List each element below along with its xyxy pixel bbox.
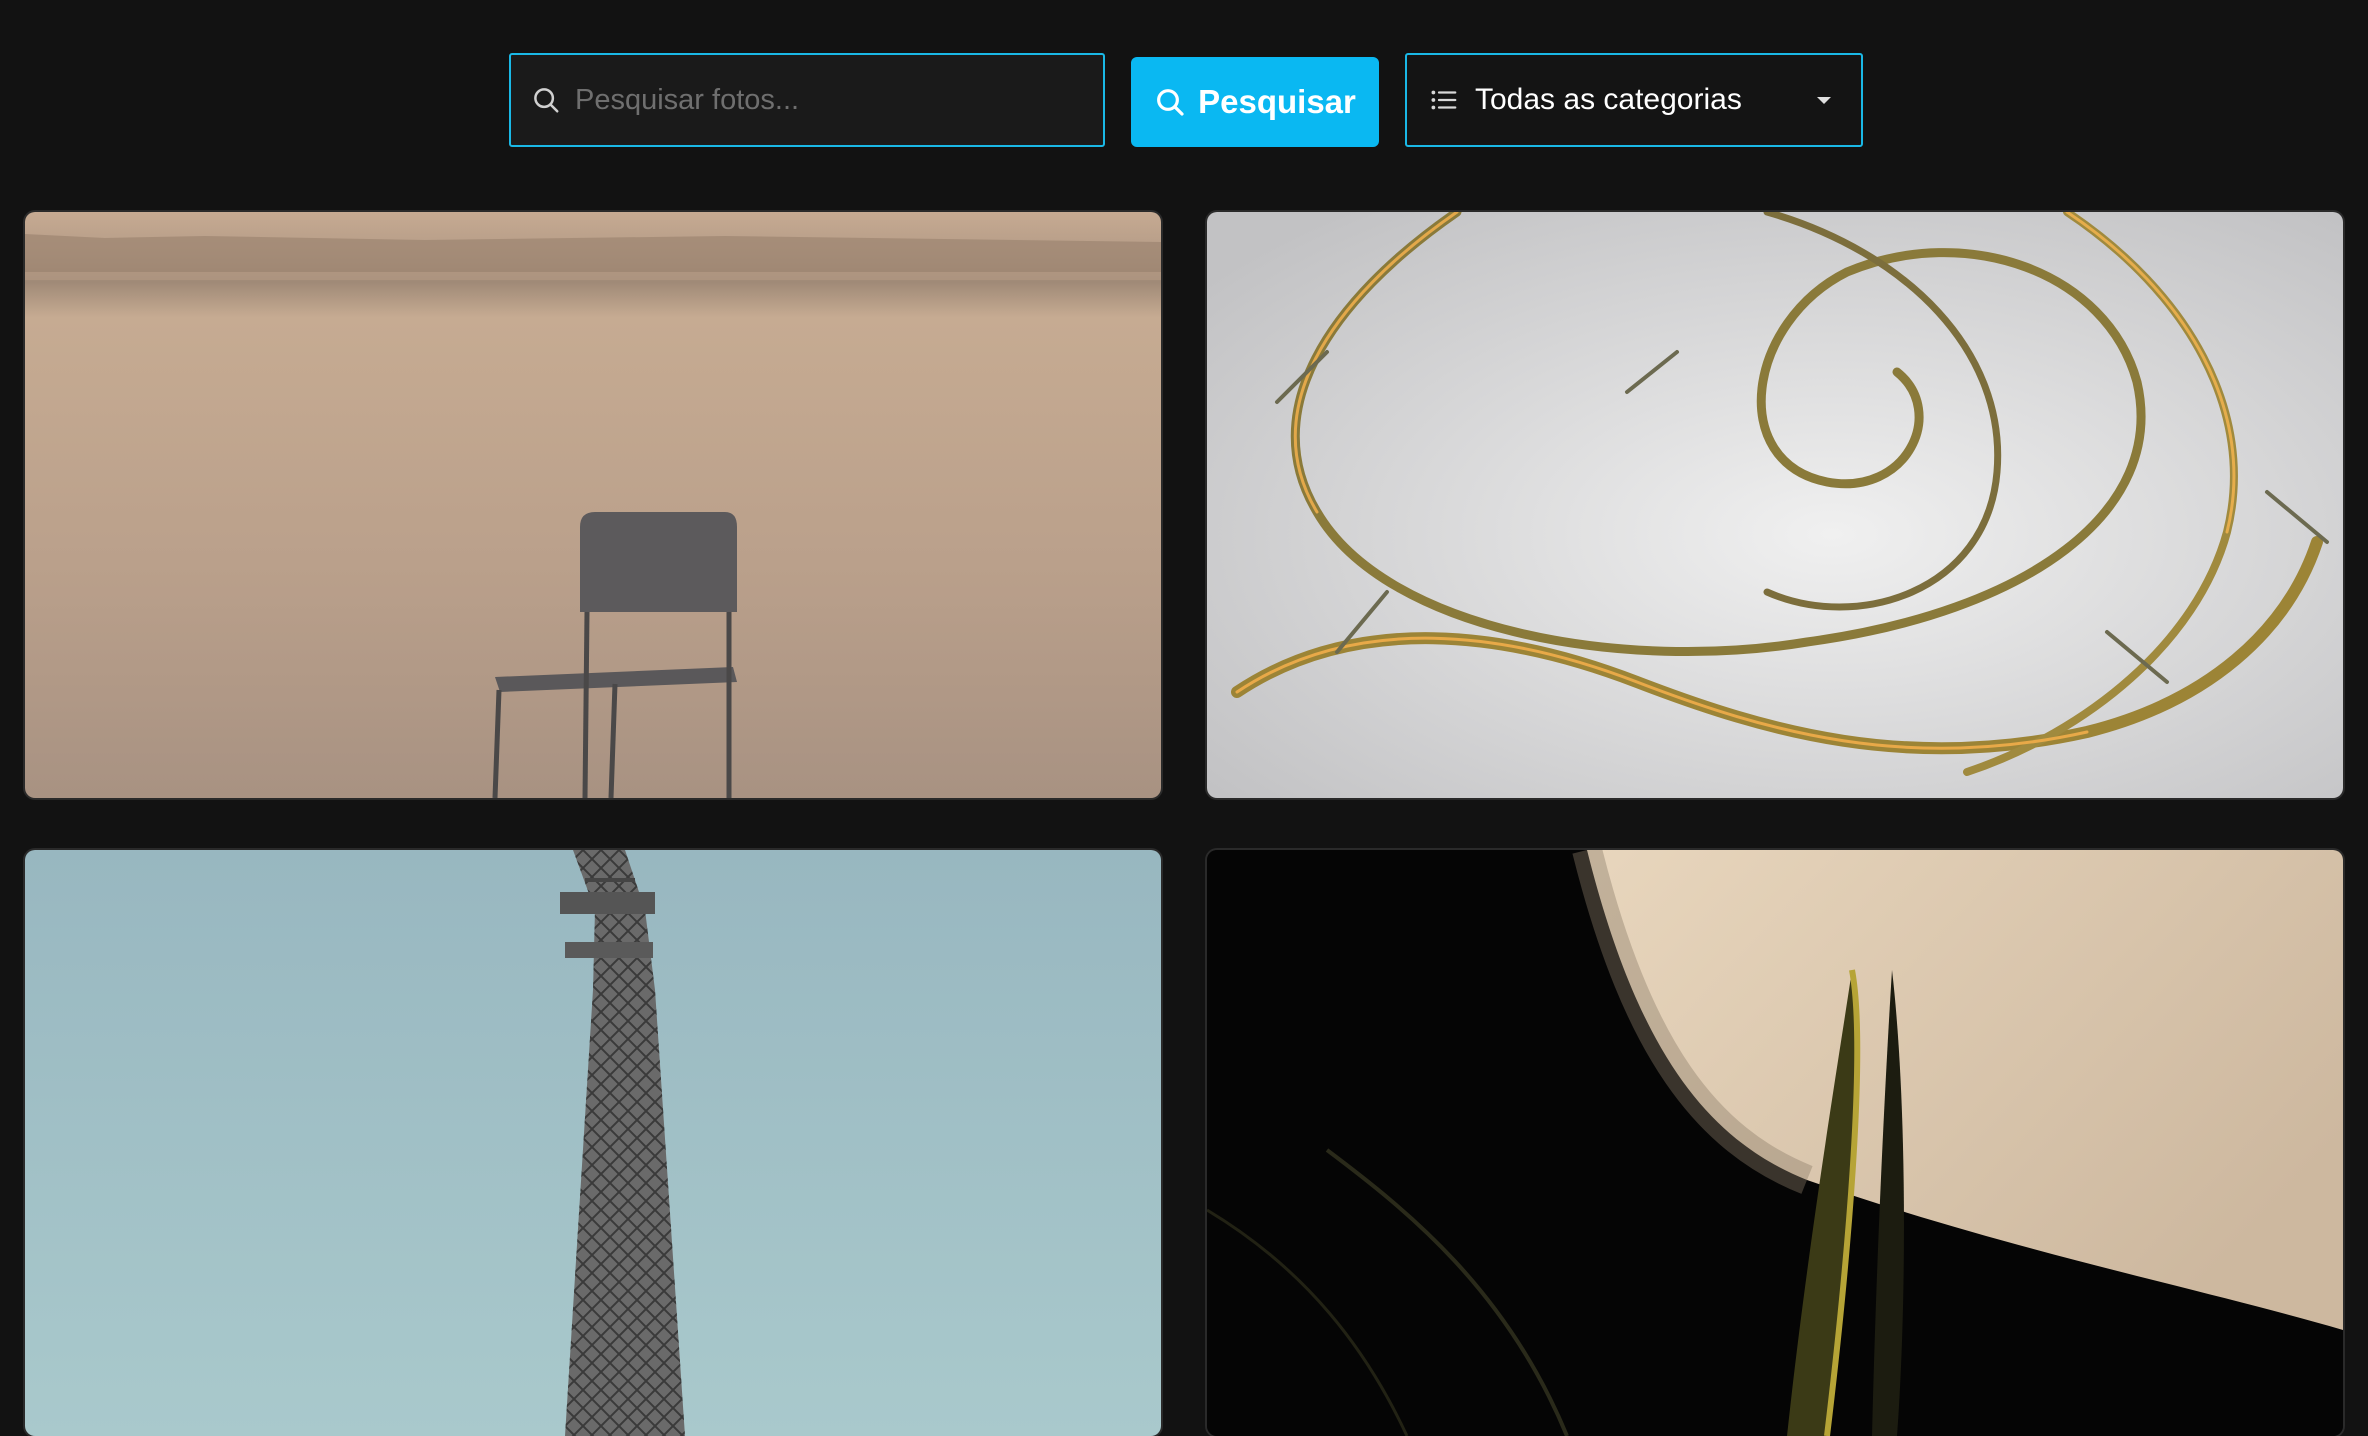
- search-toolbar: Pesquisar Todas as categorias: [509, 53, 1863, 147]
- search-input-wrapper[interactable]: [509, 53, 1105, 147]
- search-icon: [534, 88, 559, 113]
- photo-plant-image: [1207, 850, 2343, 1436]
- photo-card-plant-shadow[interactable]: [1207, 850, 2343, 1436]
- caret-down-icon: [1817, 96, 1831, 104]
- search-icon: [1157, 89, 1184, 116]
- category-dropdown[interactable]: Todas as categorias: [1405, 53, 1863, 147]
- photo-swirl-image: [1207, 212, 2343, 798]
- photo-gallery: [25, 212, 2343, 1436]
- search-button-label: Pesquisar: [1198, 83, 1356, 120]
- photo-card-eiffel-tower[interactable]: [25, 850, 1161, 1436]
- photo-card-chair[interactable]: [25, 212, 1161, 798]
- photo-chair-image: [25, 212, 1161, 798]
- category-dropdown-label: Todas as categorias: [1475, 83, 1742, 116]
- photo-eiffel-image: [25, 850, 1161, 1436]
- search-input[interactable]: [561, 54, 1103, 146]
- list-icon: [1431, 90, 1457, 110]
- photo-card-abstract-swirl[interactable]: [1207, 212, 2343, 798]
- search-button[interactable]: Pesquisar: [1131, 57, 1379, 147]
